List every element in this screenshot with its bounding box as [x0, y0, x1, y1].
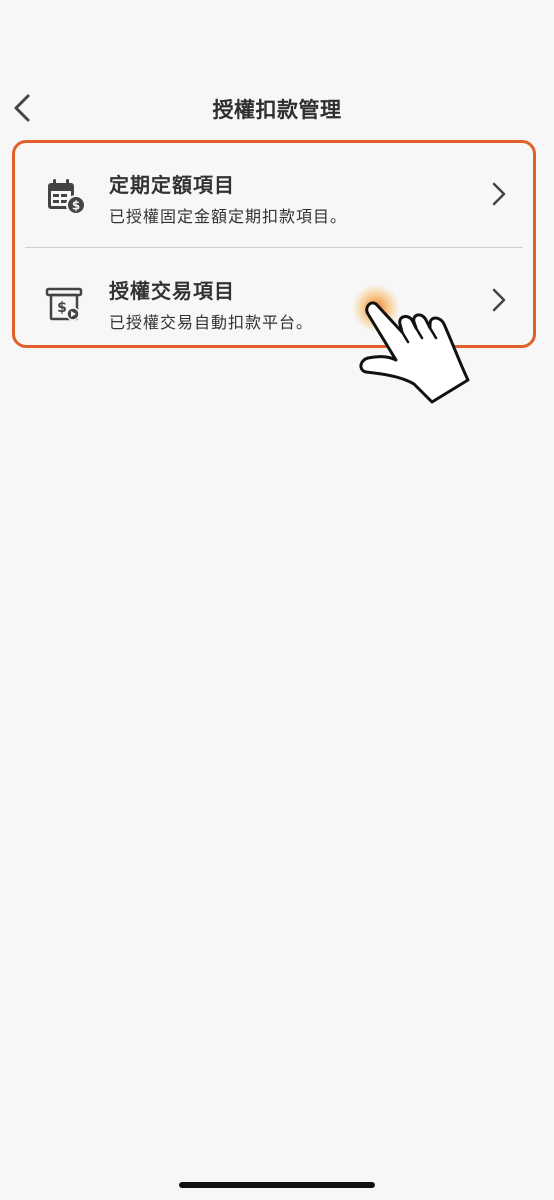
item-subtitle: 已授權固定金額定期扣款項目。: [109, 207, 348, 226]
svg-text:$: $: [57, 300, 67, 316]
item-subtitle: 已授權交易自動扣款平台。: [109, 313, 314, 332]
divider: [25, 247, 523, 248]
chevron-right-icon: [492, 288, 506, 312]
chevron-right-icon: [492, 182, 506, 206]
item-title: 授權交易項目: [109, 279, 235, 303]
home-indicator[interactable]: [179, 1182, 375, 1188]
list-item-fixed-amount[interactable]: $ 定期定額項目 已授權固定金額定期扣款項目。: [15, 145, 533, 245]
calendar-dollar-icon: $: [48, 179, 86, 215]
page-title: 授權扣款管理: [212, 98, 342, 122]
svg-text:$: $: [72, 199, 80, 213]
atm-dollar-icon: $: [45, 287, 83, 321]
header: 授權扣款管理: [0, 84, 554, 132]
item-title: 定期定額項目: [109, 173, 235, 197]
tap-hand-icon: [352, 284, 470, 404]
